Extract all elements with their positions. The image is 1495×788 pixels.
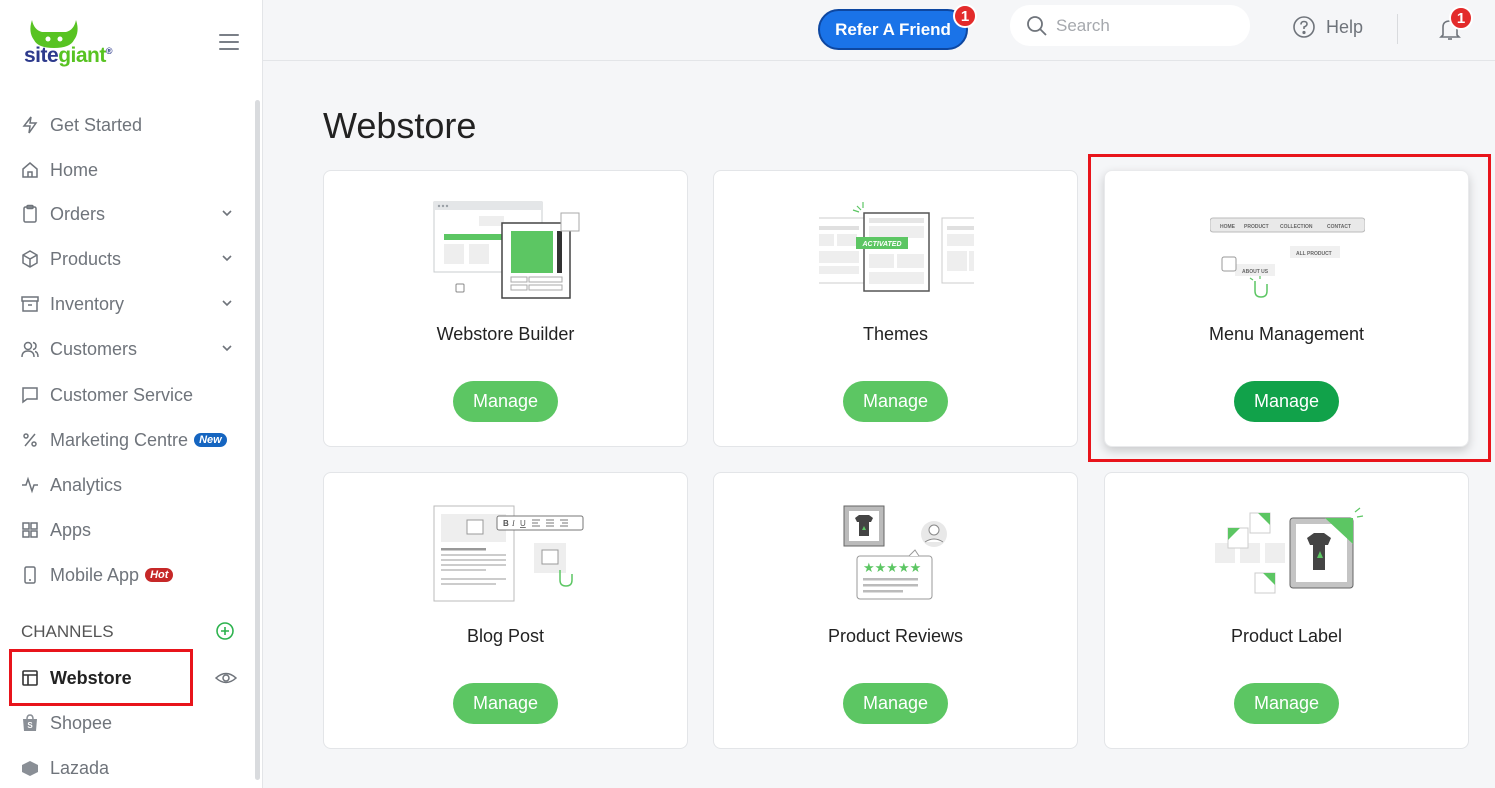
blog-post-card: B I U Blog Post Manage: [323, 472, 688, 749]
refer-count-badge: 1: [953, 4, 977, 28]
help-icon: [1293, 16, 1315, 38]
sidebar-item-apps[interactable]: Apps: [20, 518, 91, 542]
card-title: Product Label: [1230, 626, 1343, 646]
blog-post-illustration: B I U: [433, 505, 584, 602]
add-channel-icon[interactable]: [215, 621, 235, 641]
chevron-down-icon[interactable]: [220, 341, 234, 355]
search-icon: [1027, 15, 1047, 36]
svg-text:I: I: [511, 519, 515, 528]
product-reviews-illustration: ★★★★★: [843, 505, 947, 600]
card-title: Themes: [862, 324, 929, 344]
manage-button[interactable]: Manage: [453, 381, 558, 422]
sidebar-item-analytics[interactable]: Analytics: [20, 473, 122, 497]
highlight-box-menu-management: [1088, 154, 1491, 462]
sidebar-item-orders[interactable]: Orders: [20, 202, 232, 226]
manage-button[interactable]: Manage: [453, 683, 558, 724]
product-reviews-card: ★★★★★ Product Reviews Manage: [713, 472, 1078, 749]
help-link[interactable]: Help: [1292, 15, 1363, 39]
topbar: Refer A Friend 1 Help 1: [263, 0, 1495, 61]
shopee-icon: S: [23, 714, 37, 731]
webstore-builder-card: Webstore Builder Manage: [323, 170, 688, 447]
sidebar-item-customer-service[interactable]: Customer Service: [20, 383, 193, 407]
sitegiant-logo[interactable]: sitegiant®: [24, 18, 134, 72]
percent-icon: [23, 433, 37, 447]
topbar-divider: [1397, 14, 1398, 44]
sidebar-item-home[interactable]: Home: [20, 158, 98, 182]
clipboard-icon: [23, 204, 37, 223]
themes-card: ACTIVATED Themes Manage: [713, 170, 1078, 447]
svg-text:S: S: [27, 721, 33, 730]
phone-icon: [24, 566, 36, 584]
chat-icon: [22, 387, 38, 404]
sidebar-item-mobile-app[interactable]: Mobile App Hot: [20, 563, 174, 587]
card-title: Webstore Builder: [436, 324, 575, 344]
sidebar-item-products[interactable]: Products: [20, 247, 232, 271]
chevron-down-icon[interactable]: [220, 296, 234, 310]
sidebar-item-inventory[interactable]: Inventory: [20, 292, 232, 316]
svg-text:U: U: [520, 519, 526, 528]
grid-icon: [22, 522, 38, 538]
sidebar-item-shopee[interactable]: S Shopee: [20, 711, 112, 735]
home-icon: [22, 162, 38, 178]
svg-text:★★★★★: ★★★★★: [863, 561, 921, 576]
new-badge: New: [194, 433, 227, 447]
svg-text:B: B: [503, 519, 509, 528]
search-box[interactable]: [1010, 5, 1250, 46]
sidebar-item-marketing-centre[interactable]: Marketing Centre New: [20, 428, 227, 452]
logo-wordmark: sitegiant®: [24, 44, 113, 67]
sidebar-scrollbar[interactable]: [255, 100, 260, 780]
manage-button[interactable]: Manage: [1234, 683, 1339, 724]
archive-icon: [21, 296, 39, 312]
manage-button[interactable]: Manage: [843, 683, 948, 724]
chevron-down-icon[interactable]: [220, 206, 234, 220]
card-title: Product Reviews: [827, 626, 964, 646]
search-input[interactable]: [1056, 15, 1226, 36]
card-title: Blog Post: [466, 626, 545, 646]
notifications-count-badge: 1: [1449, 6, 1473, 30]
chevron-down-icon[interactable]: [220, 251, 234, 265]
pulse-icon: [22, 476, 38, 494]
svg-text:ACTIVATED: ACTIVATED: [861, 241, 901, 248]
themes-illustration: ACTIVATED: [819, 202, 974, 292]
highlight-box-webstore-nav: [9, 649, 193, 706]
sidebar-item-get-started[interactable]: Get Started: [20, 113, 142, 137]
manage-button[interactable]: Manage: [843, 381, 948, 422]
bolt-icon: [22, 116, 38, 134]
eye-icon[interactable]: [215, 669, 237, 687]
product-label-illustration: [1215, 507, 1364, 594]
hot-badge: Hot: [145, 568, 174, 582]
product-label-card: Product Label Manage: [1104, 472, 1469, 749]
sidebar-item-customers[interactable]: Customers: [20, 337, 232, 361]
users-icon: [21, 341, 39, 358]
lazada-icon: [22, 761, 38, 776]
channels-heading: CHANNELS: [21, 622, 114, 641]
page-title: Webstore: [323, 105, 477, 146]
sidebar-item-lazada[interactable]: Lazada: [20, 756, 109, 780]
refer-a-friend-button[interactable]: Refer A Friend: [818, 9, 968, 50]
box-icon: [22, 250, 38, 268]
webstore-builder-illustration: [433, 201, 580, 299]
menu-toggle-icon[interactable]: [219, 34, 239, 50]
